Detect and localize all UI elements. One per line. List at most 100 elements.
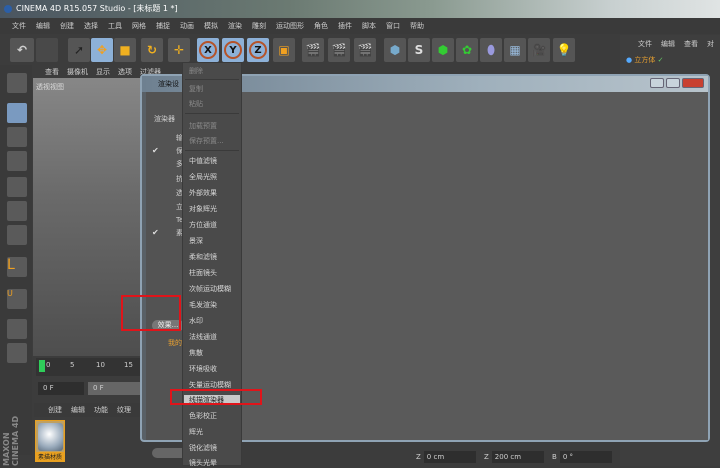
menu-item[interactable]: 中值滤镜 bbox=[189, 156, 217, 166]
floor-icon[interactable]: ▦ bbox=[504, 38, 526, 62]
menu-simulate[interactable]: 模拟 bbox=[204, 18, 218, 34]
coord-field[interactable]: 0 ° bbox=[559, 451, 612, 463]
menu-help[interactable]: 帮助 bbox=[410, 18, 424, 34]
menu-item-load-preset[interactable]: 加载预置 bbox=[189, 121, 217, 131]
scale-tool-icon[interactable]: ■ bbox=[114, 38, 136, 62]
menu-item[interactable]: 次帧运动模糊 bbox=[189, 284, 231, 294]
rotate-tool-icon[interactable]: ↻ bbox=[141, 38, 163, 62]
workplane-icon[interactable] bbox=[7, 151, 27, 171]
render-settings-icon[interactable]: 🎬 bbox=[354, 38, 376, 62]
menu-item[interactable]: 镜头光晕 bbox=[189, 458, 217, 468]
transform-tool-icon[interactable]: ✛ bbox=[168, 38, 190, 62]
om-menu-file[interactable]: 文件 bbox=[638, 39, 652, 49]
menu-character[interactable]: 角色 bbox=[314, 18, 328, 34]
array-icon[interactable]: ✿ bbox=[456, 38, 478, 62]
vp-menu-view[interactable]: 查看 bbox=[45, 66, 59, 78]
menu-item[interactable]: 水印 bbox=[189, 316, 203, 326]
cube-icon[interactable]: ⬢ bbox=[384, 38, 406, 62]
menu-plugins[interactable]: 插件 bbox=[338, 18, 352, 34]
start-frame-field[interactable]: 0 F bbox=[38, 382, 84, 395]
mat-menu-function[interactable]: 功能 bbox=[94, 403, 108, 417]
light-icon[interactable]: 💡 bbox=[553, 38, 575, 62]
lock-icon[interactable] bbox=[7, 343, 27, 363]
menu-select[interactable]: 选择 bbox=[84, 18, 98, 34]
om-menu-object[interactable]: 对 bbox=[707, 39, 714, 49]
current-frame-field[interactable]: 0 F bbox=[88, 382, 140, 395]
menu-item[interactable]: 柱面镜头 bbox=[189, 268, 217, 278]
grid-snap-icon[interactable] bbox=[7, 319, 27, 339]
points-mode-icon[interactable] bbox=[7, 177, 27, 197]
minimize-button[interactable] bbox=[650, 78, 664, 88]
menu-item-copy[interactable]: 复制 bbox=[189, 84, 203, 94]
menu-item[interactable]: 对象辉光 bbox=[189, 204, 217, 214]
x-axis-button[interactable]: X bbox=[197, 38, 219, 62]
menu-mograph[interactable]: 运动图形 bbox=[276, 18, 304, 34]
menu-item[interactable]: 环境吸收 bbox=[189, 364, 217, 374]
menu-item[interactable]: 法线通道 bbox=[189, 332, 217, 342]
menu-edit[interactable]: 编辑 bbox=[36, 18, 50, 34]
menu-create[interactable]: 创建 bbox=[60, 18, 74, 34]
move-tool-icon[interactable]: ✥ bbox=[91, 38, 113, 62]
vp-menu-camera[interactable]: 摄像机 bbox=[67, 66, 88, 78]
om-menu-view[interactable]: 查看 bbox=[684, 39, 698, 49]
menu-tools[interactable]: 工具 bbox=[108, 18, 122, 34]
mat-menu-texture[interactable]: 纹理 bbox=[117, 403, 131, 417]
coordinate-system-icon[interactable]: ▣ bbox=[273, 38, 295, 62]
menu-item[interactable]: 色彩校正 bbox=[189, 411, 217, 421]
menu-item[interactable]: 锐化滤镜 bbox=[189, 443, 217, 453]
check-icon[interactable]: ✓ bbox=[658, 56, 664, 64]
y-axis-button[interactable]: Y bbox=[222, 38, 244, 62]
undo-icon[interactable]: ↶ bbox=[10, 38, 34, 62]
mat-menu-edit[interactable]: 编辑 bbox=[71, 403, 85, 417]
menu-snap[interactable]: 捕捉 bbox=[156, 18, 170, 34]
menu-script[interactable]: 脚本 bbox=[362, 18, 376, 34]
select-tool-icon[interactable]: ➚ bbox=[68, 38, 90, 62]
object-row-cube[interactable]: ● 立方体 ✓ bbox=[626, 55, 663, 65]
timeline[interactable]: 0 5 10 15 bbox=[36, 358, 140, 376]
menu-item-save-preset[interactable]: 保存预置... bbox=[189, 136, 224, 146]
menu-item[interactable]: 毛发渲染 bbox=[189, 300, 217, 310]
menu-item[interactable]: 焦散 bbox=[189, 348, 203, 358]
close-button[interactable] bbox=[682, 78, 704, 88]
axis-mode-icon[interactable]: L bbox=[7, 257, 27, 277]
object-mode-icon[interactable] bbox=[7, 103, 27, 123]
menu-item-delete[interactable]: 删除 bbox=[189, 66, 203, 76]
checkbox[interactable]: ✔ bbox=[152, 228, 159, 237]
edges-mode-icon[interactable] bbox=[7, 201, 27, 221]
menu-animate[interactable]: 动画 bbox=[180, 18, 194, 34]
menu-item[interactable]: 方位通道 bbox=[189, 220, 217, 230]
maximize-button[interactable] bbox=[666, 78, 680, 88]
menu-window[interactable]: 窗口 bbox=[386, 18, 400, 34]
menu-item-paste[interactable]: 粘贴 bbox=[189, 99, 203, 109]
my-render-setting[interactable]: 我的 bbox=[168, 338, 182, 348]
render-picture-viewer-icon[interactable]: 🎬 bbox=[328, 38, 350, 62]
vp-menu-display[interactable]: 显示 bbox=[96, 66, 110, 78]
menu-file[interactable]: 文件 bbox=[12, 18, 26, 34]
render-view-icon[interactable]: 🎬 bbox=[302, 38, 324, 62]
menu-item[interactable]: 辉光 bbox=[189, 427, 203, 437]
om-menu-edit[interactable]: 编辑 bbox=[661, 39, 675, 49]
magnet-icon[interactable]: U bbox=[7, 289, 27, 309]
coord-field[interactable]: 0 cm bbox=[423, 451, 476, 463]
menu-item[interactable]: 柔和滤镜 bbox=[189, 252, 217, 262]
timeline-playhead[interactable] bbox=[39, 360, 45, 372]
menu-item[interactable]: 全局光照 bbox=[189, 172, 217, 182]
menu-item[interactable]: 景深 bbox=[189, 236, 203, 246]
vp-menu-options[interactable]: 选项 bbox=[118, 66, 132, 78]
menu-render[interactable]: 渲染 bbox=[228, 18, 242, 34]
menu-sculpt[interactable]: 雕刻 bbox=[252, 18, 266, 34]
menu-item[interactable]: 外部效果 bbox=[189, 188, 217, 198]
camera-icon[interactable]: 🎥 bbox=[528, 38, 550, 62]
texture-mode-icon[interactable] bbox=[7, 127, 27, 147]
checkbox[interactable]: ✔ bbox=[152, 146, 159, 155]
deformer-icon[interactable]: ⬮ bbox=[480, 38, 502, 62]
polygons-mode-icon[interactable] bbox=[7, 225, 27, 245]
subdivision-icon[interactable]: ⬢ bbox=[432, 38, 454, 62]
redo-icon[interactable] bbox=[36, 38, 58, 62]
coord-field[interactable]: 200 cm bbox=[491, 451, 544, 463]
spline-pen-icon[interactable]: S bbox=[408, 38, 430, 62]
model-mode-icon[interactable] bbox=[7, 73, 27, 93]
mat-menu-create[interactable]: 创建 bbox=[48, 403, 62, 417]
z-axis-button[interactable]: Z bbox=[247, 38, 269, 62]
menu-mesh[interactable]: 网格 bbox=[132, 18, 146, 34]
